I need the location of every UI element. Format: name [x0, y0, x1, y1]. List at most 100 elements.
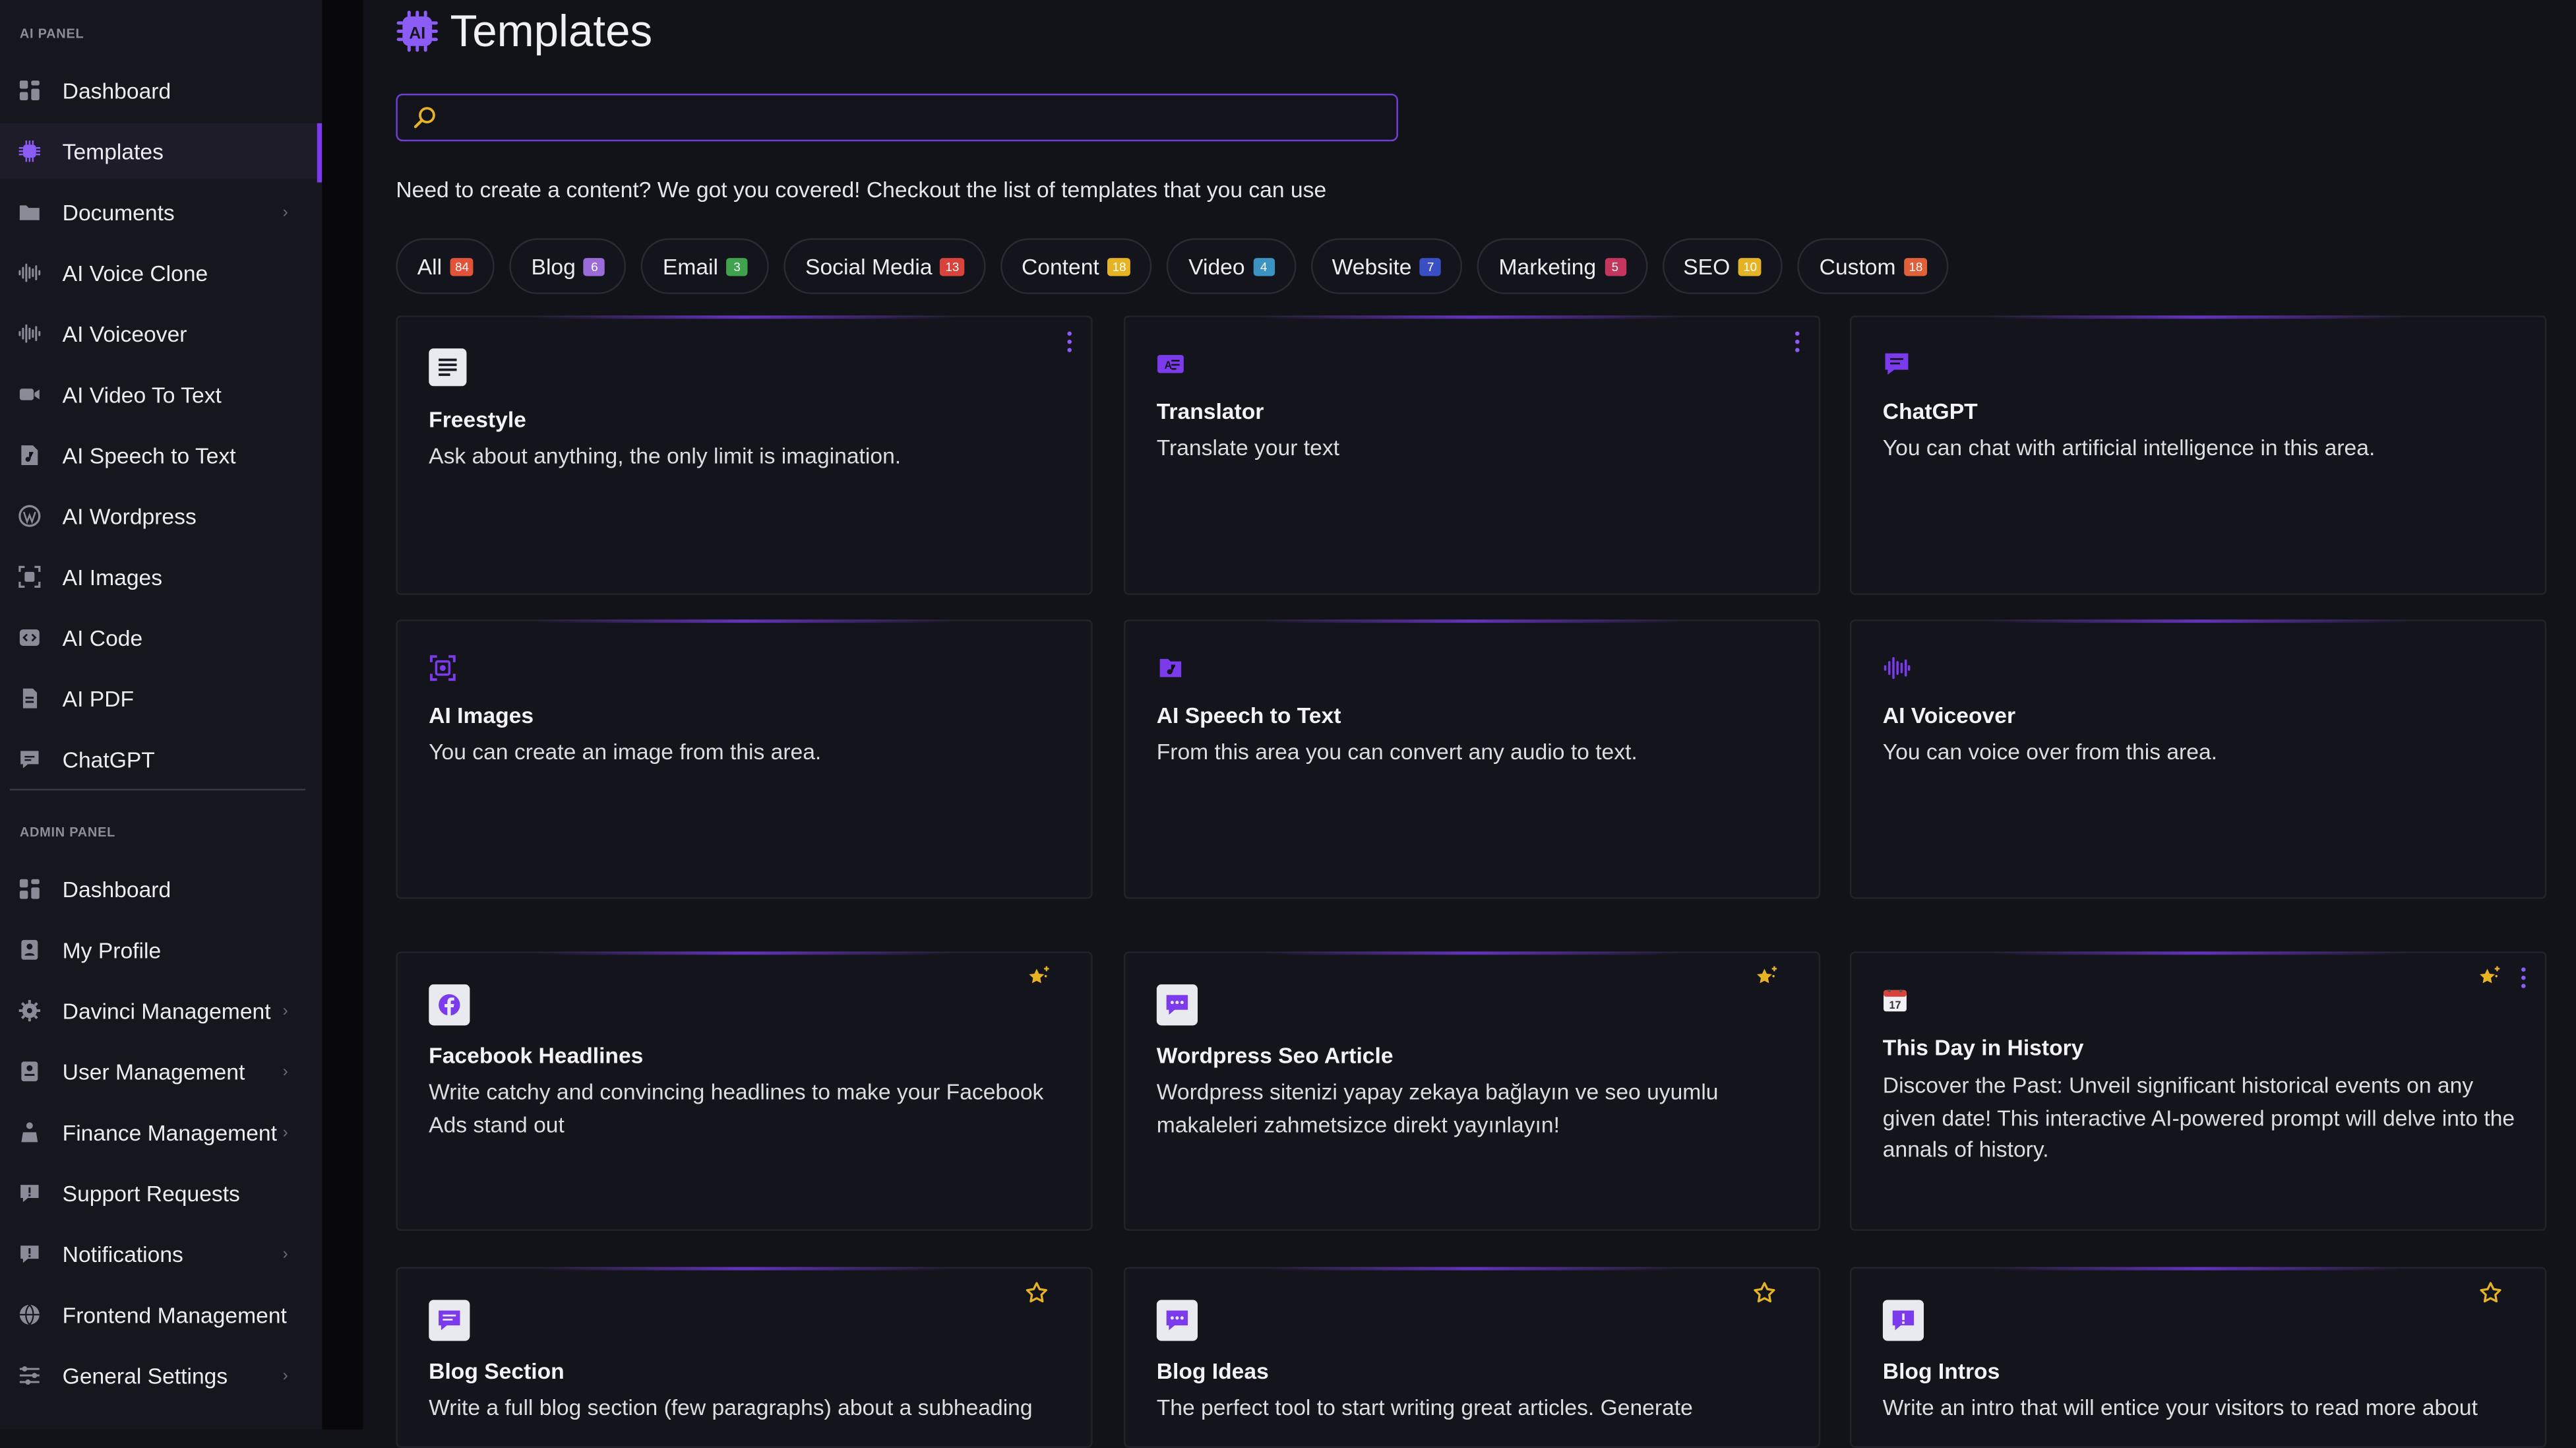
filter-all[interactable]: All 84: [396, 238, 495, 294]
more-menu-icon[interactable]: [1793, 331, 1802, 354]
image-scan-icon: [429, 654, 456, 690]
chevron-right-icon: ›: [282, 1062, 288, 1081]
filter-label: All: [417, 253, 443, 279]
svg-text:AI: AI: [409, 24, 425, 43]
template-card-ai-speech-to-text[interactable]: AI Speech to Text From this area you can …: [1123, 619, 1821, 899]
chat-icon: [18, 747, 41, 771]
template-card-blog-intros[interactable]: Blog Intros Write an intro that will enti…: [1849, 1267, 2547, 1448]
template-card-freestyle[interactable]: Freestyle Ask about anything, the only li…: [396, 315, 1093, 595]
filter-custom[interactable]: Custom 18: [1798, 238, 1949, 294]
filter-count-badge: 4: [1253, 257, 1275, 276]
template-description: You can create an image from this area.: [429, 739, 822, 765]
ai-panel-heading: AI PANEL: [19, 26, 84, 42]
dashboard-icon: [18, 79, 41, 102]
template-card-wordpress-seo-article[interactable]: Wordpress Seo Article Wordpress sitenizi …: [1123, 951, 1821, 1231]
template-card-facebook-headlines[interactable]: Facebook Headlines Write catchy and convi…: [396, 951, 1093, 1231]
waveform-icon: [1883, 654, 1911, 690]
chevron-right-icon: ›: [282, 1245, 288, 1263]
search-input[interactable]: [446, 102, 1374, 139]
star-filled-icon[interactable]: [1025, 964, 1051, 991]
sidebar-item-ai-wordpress[interactable]: AI Wordpress: [0, 488, 322, 544]
more-menu-icon[interactable]: [1064, 331, 1074, 354]
admin-panel-heading: ADMIN PANEL: [19, 825, 116, 840]
template-description: From this area you can convert any audio…: [1156, 739, 1638, 765]
sidebar-item-ai-speech-to-text[interactable]: AI Speech to Text: [0, 427, 322, 484]
filter-count-badge: 18: [1903, 257, 1928, 276]
globe-icon: [18, 1303, 41, 1326]
template-description: The perfect tool to start writing great …: [1156, 1395, 1693, 1420]
sidebar-item-ai-images[interactable]: AI Images: [0, 549, 322, 605]
star-filled-icon[interactable]: [2476, 964, 2502, 991]
sidebar-item-ai-code[interactable]: AI Code: [0, 610, 322, 666]
star-filled-icon[interactable]: [1753, 964, 1779, 991]
sidebar-item-templates[interactable]: Templates: [0, 123, 322, 183]
sidebar-item-davinci-management[interactable]: Davinci Management ›: [0, 983, 322, 1039]
more-menu-icon[interactable]: [2519, 966, 2529, 990]
sidebar-item-chatgpt[interactable]: ChatGPT: [0, 732, 322, 788]
filter-label: SEO: [1683, 253, 1731, 279]
sidebar-item-label: General Settings: [62, 1363, 228, 1388]
sidebar-item-label: My Profile: [62, 937, 162, 962]
sidebar-item-general-settings[interactable]: General Settings ›: [0, 1348, 322, 1404]
template-card-ai-images[interactable]: AI Images You can create an image from th…: [396, 619, 1093, 899]
template-card-translator[interactable]: A Translator Translate your text: [1123, 315, 1821, 595]
filter-video[interactable]: Video 4: [1167, 238, 1296, 294]
sidebar-item-ai-pdf[interactable]: AI PDF: [0, 670, 322, 726]
filter-marketing[interactable]: Marketing 5: [1477, 238, 1647, 294]
sidebar-item-dashboard[interactable]: Dashboard: [0, 63, 322, 119]
sidebar-item-documents[interactable]: Documents ›: [0, 184, 322, 240]
sidebar-item-ai-voice-clone[interactable]: AI Voice Clone: [0, 245, 322, 301]
filter-social-media[interactable]: Social Media 13: [783, 238, 986, 294]
code-icon: [18, 626, 41, 649]
sidebar-item-dashboard[interactable]: Dashboard: [0, 861, 322, 917]
template-card-this-day-in-history[interactable]: 17 This Day in History Discover the Past: …: [1849, 951, 2547, 1231]
template-title: Translator: [1156, 399, 1264, 424]
star-outline-icon[interactable]: [1752, 1280, 1778, 1307]
message-icon: [429, 1300, 470, 1349]
filter-blog[interactable]: Blog 6: [510, 238, 627, 294]
template-description: You can chat with artificial intelligenc…: [1882, 435, 2376, 460]
alert-message-icon: [1882, 1300, 1924, 1349]
sidebar-item-frontend-management[interactable]: Frontend Management: [0, 1287, 322, 1343]
template-title: AI Images: [429, 703, 534, 728]
search-icon: [414, 107, 435, 129]
search-box[interactable]: [396, 93, 1398, 142]
template-description: Translate your text: [1156, 435, 1339, 460]
ai-chip-icon: [18, 140, 41, 163]
filter-email[interactable]: Email 3: [641, 238, 770, 294]
sidebar-item-my-profile[interactable]: My Profile: [0, 922, 322, 978]
filter-label: Marketing: [1498, 253, 1597, 279]
waveform-icon: [18, 261, 41, 284]
template-title: Wordpress Seo Article: [1156, 1043, 1394, 1069]
sidebar-item-finance-management[interactable]: Finance Management ›: [0, 1104, 322, 1160]
dashboard-icon: [18, 877, 41, 900]
gear-icon: [18, 999, 41, 1023]
filter-count-badge: 10: [1738, 257, 1762, 276]
template-title: Blog Section: [429, 1359, 565, 1384]
support-icon: [18, 1181, 41, 1205]
audio-file-icon: [18, 444, 41, 467]
sidebar-item-notifications[interactable]: Notifications ›: [0, 1226, 322, 1282]
filter-website[interactable]: Website 7: [1310, 238, 1463, 294]
chat-bubble-icon: [1156, 984, 1198, 1034]
template-description: You can voice over from this area.: [1882, 739, 2218, 765]
folder-icon: [18, 201, 41, 224]
filter-content[interactable]: Content 18: [1000, 238, 1153, 294]
chevron-right-icon: ›: [282, 203, 288, 222]
star-outline-icon[interactable]: [2478, 1280, 2504, 1307]
page-title: Templates: [450, 6, 653, 56]
template-description: Discover the Past: Unveil significant hi…: [1882, 1073, 2515, 1162]
template-card-ai-voiceover[interactable]: AI Voiceover You can voice over from this…: [1849, 619, 2547, 899]
sidebar-item-user-management[interactable]: User Management ›: [0, 1044, 322, 1100]
template-card-blog-ideas[interactable]: Blog Ideas The perfect tool to start writ…: [1123, 1267, 1821, 1448]
sidebar-item-ai-voiceover[interactable]: AI Voiceover: [0, 305, 322, 362]
sidebar-item-ai-video-to-text[interactable]: AI Video To Text: [0, 367, 322, 423]
template-card-chatgpt[interactable]: ChatGPT You can chat with artificial inte…: [1849, 315, 2547, 595]
calendar-icon: 17: [1883, 988, 1907, 1021]
template-title: Blog Ideas: [1156, 1359, 1269, 1384]
template-card-blog-section[interactable]: Blog Section Write a full blog section (f…: [396, 1267, 1093, 1448]
star-outline-icon[interactable]: [1024, 1280, 1050, 1307]
sidebar-item-label: AI Code: [62, 625, 143, 650]
sidebar-item-support-requests[interactable]: Support Requests: [0, 1165, 322, 1221]
filter-seo[interactable]: SEO 10: [1661, 238, 1783, 294]
